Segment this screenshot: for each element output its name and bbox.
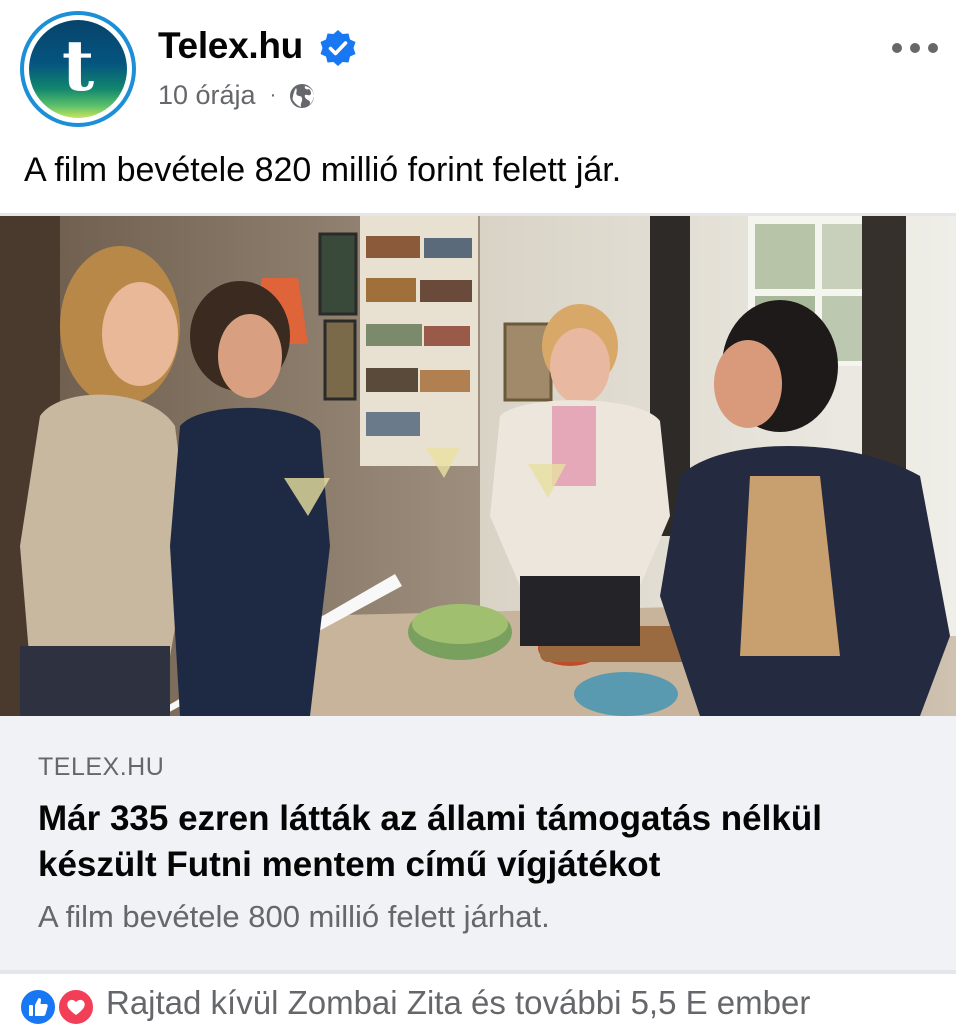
post-text: A film bevétele 820 millió forint felett…	[24, 151, 622, 189]
post-header: t Telex.hu 10 órája ·	[0, 0, 956, 140]
page-name[interactable]: Telex.hu	[158, 25, 303, 67]
heart-icon	[67, 999, 85, 1015]
reaction-summary[interactable]: Rajtad kívül Zombai Zita és további 5,5 …	[106, 984, 810, 1022]
globe-icon[interactable]	[288, 82, 316, 110]
movie-still-image	[0, 216, 956, 716]
reactions-bar[interactable]: Rajtad kívül Zombai Zita és további 5,5 …	[0, 980, 956, 1024]
verified-badge-icon	[320, 30, 356, 66]
link-description: A film bevétele 800 millió felett járhat…	[38, 899, 550, 934]
love-icon	[56, 987, 96, 1024]
more-dot	[910, 43, 920, 53]
link-card[interactable]: TELEX.HU Már 335 ezren látták az állami …	[0, 716, 956, 970]
link-preview-image[interactable]	[0, 216, 956, 716]
more-dot	[928, 43, 938, 53]
more-options-icon[interactable]	[892, 38, 938, 58]
page-avatar[interactable]: t	[20, 11, 136, 127]
link-title[interactable]: Már 335 ezren látták az állami támogatás…	[38, 796, 928, 888]
link-domain: TELEX.HU	[38, 753, 165, 781]
meta-separator: ·	[269, 84, 277, 106]
post-timestamp[interactable]: 10 órája	[158, 80, 256, 111]
post-meta: 10 órája ·	[158, 80, 316, 111]
thumbs-up-icon	[29, 998, 48, 1016]
telex-logo: t	[29, 20, 127, 118]
avatar-letter: t	[61, 24, 95, 107]
like-icon	[18, 987, 58, 1024]
divider	[0, 970, 956, 974]
more-dot	[892, 43, 902, 53]
